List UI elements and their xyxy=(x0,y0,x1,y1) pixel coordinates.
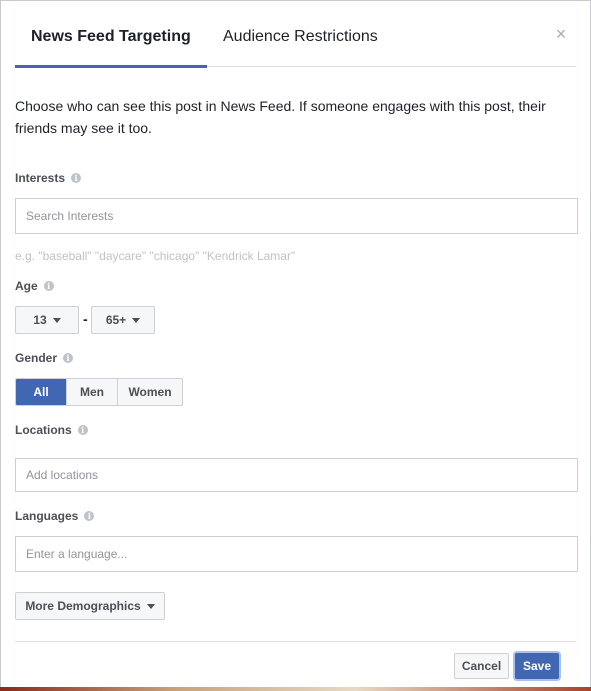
gender-men-button[interactable]: Men xyxy=(67,379,118,405)
info-icon[interactable]: i xyxy=(77,425,88,435)
info-icon[interactable]: i xyxy=(71,173,82,183)
languages-label: Languages i xyxy=(15,509,95,523)
age-separator: - xyxy=(83,311,88,327)
save-button[interactable]: Save xyxy=(515,653,559,679)
description-text: Choose who can see this post in News Fee… xyxy=(15,98,546,136)
age-max-dropdown[interactable]: 65+ xyxy=(91,306,155,334)
tab-bar: News Feed Targeting Audience Restriction… xyxy=(15,1,576,68)
locations-input[interactable] xyxy=(15,458,578,492)
interests-search-input[interactable] xyxy=(15,198,578,234)
gender-selector: All Men Women xyxy=(15,378,183,406)
info-icon[interactable]: i xyxy=(84,511,95,521)
age-max-value: 65+ xyxy=(105,313,127,327)
tab-news-feed-targeting[interactable]: News Feed Targeting xyxy=(15,1,207,68)
chevron-down-icon xyxy=(132,317,141,323)
age-label: Age i xyxy=(15,279,54,293)
info-icon[interactable]: i xyxy=(43,281,54,291)
locations-label: Locations i xyxy=(15,423,88,437)
interests-label-text: Interests xyxy=(15,171,66,185)
interests-label: Interests i xyxy=(15,171,82,185)
gender-all-button[interactable]: All xyxy=(16,379,67,405)
age-label-text: Age xyxy=(15,279,38,293)
age-min-value: 13 xyxy=(33,313,47,327)
gender-label: Gender i xyxy=(15,351,74,365)
cancel-button[interactable]: Cancel xyxy=(454,653,509,679)
chevron-down-icon xyxy=(146,603,155,609)
background-edge xyxy=(0,687,591,691)
targeting-dialog: News Feed Targeting Audience Restriction… xyxy=(0,0,591,688)
gender-women-button[interactable]: Women xyxy=(118,379,182,405)
age-min-dropdown[interactable]: 13 xyxy=(15,306,79,334)
more-demographics-label: More Demographics xyxy=(25,599,141,613)
footer-divider xyxy=(15,641,576,642)
gender-label-text: Gender xyxy=(15,351,58,365)
languages-input[interactable] xyxy=(15,536,578,572)
more-demographics-dropdown[interactable]: More Demographics xyxy=(15,592,165,620)
chevron-down-icon xyxy=(52,317,61,323)
info-icon[interactable]: i xyxy=(63,353,74,363)
tab-audience-restrictions[interactable]: Audience Restrictions xyxy=(223,1,378,67)
close-icon[interactable]: × xyxy=(552,25,570,43)
interests-hint: e.g. "baseball" "daycare" "chicago" "Ken… xyxy=(15,249,296,263)
languages-label-text: Languages xyxy=(15,509,79,523)
locations-label-text: Locations xyxy=(15,423,72,437)
